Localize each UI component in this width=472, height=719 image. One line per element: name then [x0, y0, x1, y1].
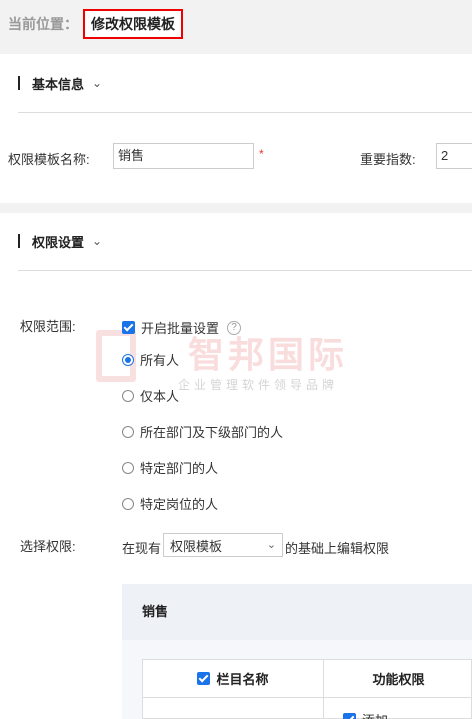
radio-selected-icon[interactable]: [122, 353, 134, 366]
divider-gap: [0, 48, 472, 54]
section-permission-settings-header[interactable]: 权限设置 ⌄: [18, 231, 102, 251]
section-permission-settings-title: 权限设置: [32, 234, 85, 250]
breadcrumb-bar: 当前位置： 修改权限模板: [0, 0, 472, 48]
permission-table: 栏目名称 功能权限: [142, 659, 472, 719]
priority-input[interactable]: 2: [436, 143, 472, 169]
based-on-suffix: 的基础上编辑权限: [285, 541, 390, 556]
function-item-add[interactable]: 添加: [343, 710, 388, 719]
table-cell: [143, 698, 324, 719]
section-marker: [18, 76, 20, 90]
template-name-label: 权限模板名称:: [8, 152, 90, 167]
chevron-down-icon: ⌄: [266, 539, 276, 551]
template-select-value: 权限模板: [170, 538, 223, 554]
help-icon[interactable]: ?: [227, 320, 242, 335]
checkbox-checked-icon[interactable]: [343, 713, 356, 719]
based-on-prefix: 在现有: [122, 541, 162, 556]
permission-panel: 销售 栏目名称 功能权限: [122, 584, 472, 719]
bulk-setting-label: 开启批量设置: [141, 321, 220, 336]
divider-line: [18, 112, 472, 113]
section-basic-info-header[interactable]: 基本信息 ⌄: [18, 73, 102, 93]
function-item-label: 添加: [362, 710, 388, 719]
section-basic-info-title: 基本信息: [32, 76, 85, 92]
breadcrumb-prefix: 当前位置：: [8, 16, 78, 32]
divider-gap: [0, 203, 472, 213]
template-name-input[interactable]: 销售: [113, 143, 254, 169]
scope-option-self[interactable]: 仅本人: [122, 386, 179, 405]
scope-option-label: 仅本人: [140, 389, 180, 404]
checkbox-checked-icon[interactable]: [197, 672, 211, 685]
priority-label: 重要指数:: [360, 152, 416, 167]
column-header-name-label: 栏目名称: [216, 672, 269, 687]
radio-icon[interactable]: [122, 461, 134, 474]
scope-label: 权限范围:: [20, 319, 76, 334]
chevron-down-icon[interactable]: ⌄: [92, 76, 102, 90]
scope-option-label: 特定部门的人: [140, 461, 219, 476]
panel-title: 销售: [142, 604, 169, 619]
radio-icon[interactable]: [122, 497, 134, 510]
panel-body: 栏目名称 功能权限: [122, 640, 472, 719]
template-select[interactable]: 权限模板 ⌄: [163, 533, 283, 557]
scope-option-specific-dept[interactable]: 特定部门的人: [122, 458, 218, 477]
checkbox-checked-icon[interactable]: [122, 321, 135, 334]
scope-option-specific-post[interactable]: 特定岗位的人: [122, 494, 218, 513]
chevron-down-icon[interactable]: ⌄: [92, 234, 102, 248]
required-asterisk: *: [259, 147, 264, 161]
column-header-function-label: 功能权限: [372, 672, 425, 687]
bulk-setting-checkbox[interactable]: 开启批量设置 ?: [122, 318, 242, 337]
column-header-name[interactable]: 栏目名称: [143, 660, 324, 698]
divider-line: [18, 270, 472, 271]
select-permission-label: 选择权限:: [20, 539, 76, 554]
scope-option-all[interactable]: 所有人: [122, 350, 179, 369]
scope-option-label: 所在部门及下级部门的人: [140, 425, 284, 440]
watermark-slogan: 企业管理软件领导品牌: [178, 378, 339, 392]
scope-option-dept-and-sub[interactable]: 所在部门及下级部门的人: [122, 422, 283, 441]
section-marker: [18, 234, 20, 248]
radio-icon[interactable]: [122, 389, 134, 402]
scope-option-label: 所有人: [140, 353, 180, 368]
page-title: 修改权限模板: [83, 9, 183, 39]
scope-option-label: 特定岗位的人: [140, 497, 219, 512]
column-header-function: 功能权限: [324, 660, 472, 698]
radio-icon[interactable]: [122, 425, 134, 438]
